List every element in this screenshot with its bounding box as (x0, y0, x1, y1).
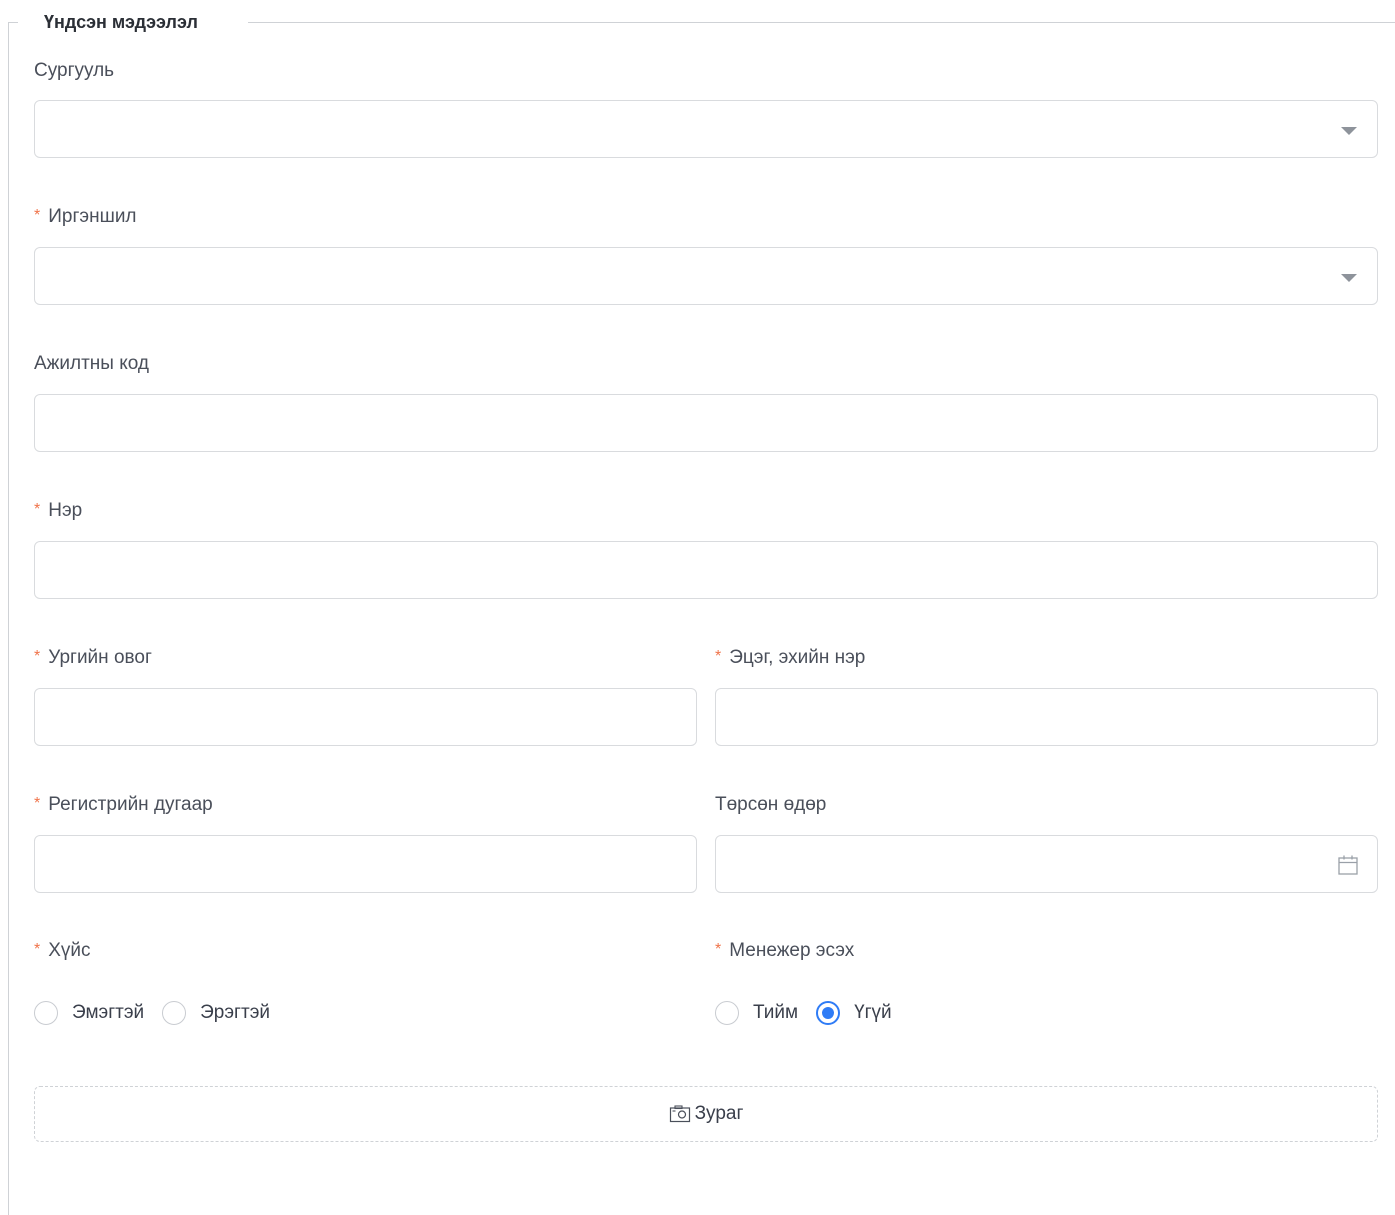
required-mark: * (34, 648, 41, 665)
required-mark: * (715, 941, 722, 958)
radio-circle[interactable] (715, 1001, 739, 1025)
citizenship-label: * Иргэншил (34, 206, 137, 227)
employee-code-field[interactable] (34, 394, 1378, 452)
gender-radio-group: Эмэгтэй Эрэгтэй (34, 998, 288, 1028)
gender-option-male[interactable]: Эрэгтэй (162, 1001, 270, 1025)
employee-code-input[interactable] (35, 395, 1377, 451)
is-manager-option-no[interactable]: Үгүй (816, 1001, 892, 1025)
birth-date-label: Төрсөн өдөр (715, 794, 827, 815)
school-select[interactable] (34, 100, 1378, 158)
gender-option-female[interactable]: Эмэгтэй (34, 1001, 144, 1025)
upload-label: Зураг (694, 1103, 744, 1124)
family-name-input[interactable] (35, 689, 696, 745)
fieldset-border-top (248, 22, 1395, 23)
chevron-down-icon (1341, 274, 1357, 282)
picture-icon (669, 1105, 690, 1123)
required-mark: * (34, 207, 41, 224)
required-mark: * (715, 648, 722, 665)
register-number-label: * Регистрийн дугаар (34, 794, 213, 815)
parent-name-input[interactable] (716, 689, 1377, 745)
first-name-field[interactable] (34, 541, 1378, 599)
first-name-label: * Нэр (34, 500, 83, 521)
citizenship-select[interactable] (34, 247, 1378, 305)
is-manager-option-yes[interactable]: Тийм (715, 1001, 798, 1025)
employee-code-label: Ажилтны код (34, 353, 149, 374)
required-mark: * (34, 795, 41, 812)
fieldset-border-top (8, 22, 18, 23)
gender-label: * Хүйс (34, 940, 91, 961)
school-label: Сургууль (34, 60, 115, 81)
chevron-down-icon (1341, 127, 1357, 135)
calendar-icon[interactable] (1337, 854, 1359, 876)
required-mark: * (34, 501, 41, 518)
family-name-label: * Ургийн овог (34, 647, 152, 668)
family-name-field[interactable] (34, 688, 697, 746)
fieldset-border-left (8, 22, 9, 1215)
required-mark: * (34, 941, 41, 958)
is-manager-radio-group: Тийм Үгүй (715, 998, 910, 1028)
birth-date-picker[interactable] (715, 835, 1378, 893)
first-name-input[interactable] (35, 542, 1377, 598)
photo-upload-button[interactable]: Зураг (34, 1086, 1378, 1142)
parent-name-field[interactable] (715, 688, 1378, 746)
radio-circle[interactable] (34, 1001, 58, 1025)
radio-circle-selected[interactable] (816, 1001, 841, 1025)
register-number-input[interactable] (35, 836, 696, 892)
is-manager-label: * Менежер эсэх (715, 940, 855, 961)
birth-date-input[interactable] (716, 836, 1377, 892)
radio-circle[interactable] (162, 1001, 187, 1025)
section-title: Үндсэн мэдээлэл (44, 12, 198, 32)
register-number-field[interactable] (34, 835, 697, 893)
parent-name-label: * Эцэг, эхийн нэр (715, 647, 866, 668)
